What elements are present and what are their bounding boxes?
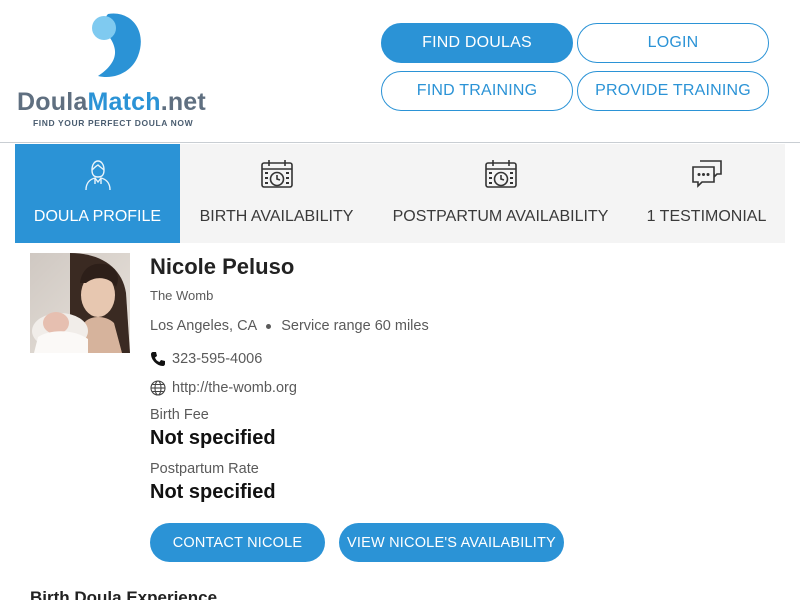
business-name: The Womb [150,288,214,303]
phone-icon [151,352,165,366]
chat-bubbles-icon [691,160,722,188]
phone-link[interactable]: 323-595-4006 [150,351,262,367]
postpartum-rate-value: Not specified [150,481,276,503]
find-doulas-button[interactable]: FIND DOULAS [381,23,573,63]
doula-person-icon [84,160,111,191]
tab-birth-availability[interactable]: BIRTH AVAILABILITY [180,144,373,243]
separator-dot [266,323,272,329]
calendar-clock-icon [484,160,517,188]
phone-text: 323-595-4006 [172,351,263,367]
experience-heading: Birth Doula Experience [30,588,218,600]
find-training-button[interactable]: FIND TRAINING [381,71,573,111]
view-availability-button[interactable]: VIEW NICOLE'S AVAILABILITY [339,523,564,562]
postpartum-rate-label: Postpartum Rate [150,461,259,477]
logo-text-doula: Doula [17,88,88,116]
logo-text-match: Match [87,88,161,116]
provide-training-button[interactable]: PROVIDE TRAINING [577,71,769,111]
tab-label: POSTPARTUM AVAILABILITY [392,208,609,225]
logo-text-net: .net [160,88,206,116]
tab-testimonials[interactable]: 1 TESTIMONIAL [628,144,785,243]
birth-fee-label: Birth Fee [150,407,209,423]
tab-postpartum-availability[interactable]: POSTPARTUM AVAILABILITY [373,144,628,243]
service-range-text: Service range 60 miles [281,318,429,334]
calendar-clock-icon [260,160,293,188]
tab-label: BIRTH AVAILABILITY [199,208,354,225]
tab-label: 1 TESTIMONIAL [646,208,767,225]
profile-photo [30,253,130,353]
logo-icon[interactable] [90,12,144,80]
location-text: Los Angeles, CA [150,318,258,334]
contact-button[interactable]: CONTACT NICOLE [150,523,325,562]
logo-tagline: FIND YOUR PERFECT DOULA NOW [33,118,194,128]
location-line: Los Angeles, CA Service range 60 miles [150,318,429,334]
logo-wordmark[interactable]: DoulaMatch.net [17,88,206,116]
website-text: http://the-womb.org [172,380,297,396]
birth-fee-value: Not specified [150,427,276,449]
doula-name: Nicole Peluso [150,254,295,279]
globe-icon [150,380,166,396]
login-button[interactable]: LOGIN [577,23,769,63]
profile-tabs: DOULA PROFILE BIRTH AVAILABILITY POSTPAR… [15,144,785,243]
tab-label: DOULA PROFILE [33,208,162,225]
tab-doula-profile[interactable]: DOULA PROFILE [15,144,180,243]
website-link[interactable]: http://the-womb.org [150,380,297,396]
site-header: DoulaMatch.net FIND YOUR PERFECT DOULA N… [0,0,800,143]
